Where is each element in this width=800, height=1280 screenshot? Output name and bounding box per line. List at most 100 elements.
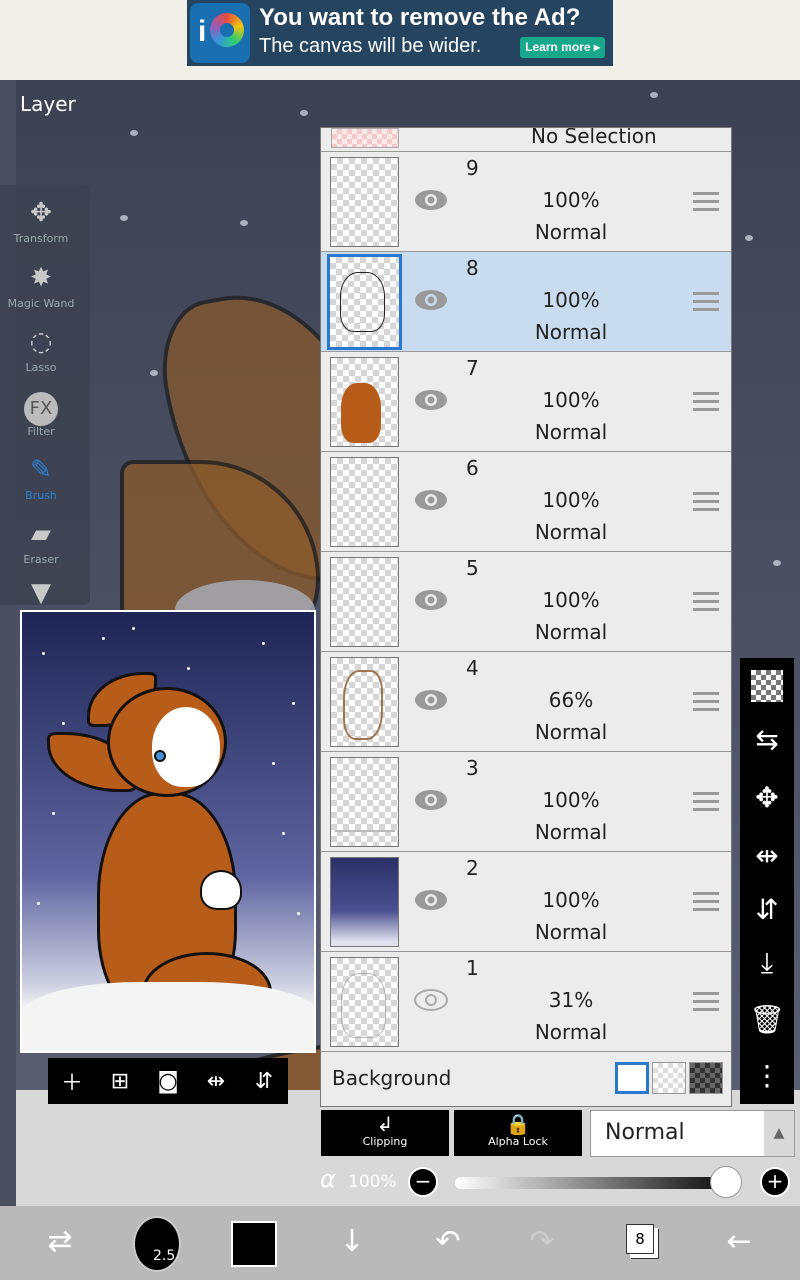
opacity-slider[interactable] [455, 1177, 740, 1189]
ad-subtitle: The canvas will be wider. [259, 35, 482, 57]
drag-handle-icon[interactable] [693, 592, 719, 612]
layer-blend-mode: Normal [534, 820, 608, 844]
preview-cat-eye [154, 750, 166, 762]
eraser-icon: ▰ [31, 519, 51, 549]
drag-handle-icon[interactable] [693, 692, 719, 712]
tool-filter[interactable]: FX Filter [0, 383, 82, 445]
eye-icon[interactable] [413, 988, 449, 1012]
drag-handle-icon[interactable] [693, 392, 719, 412]
eye-icon[interactable] [413, 388, 449, 412]
layer-blend-mode: Normal [534, 520, 608, 544]
alpha-lock-button[interactable]: 🔒 Alpha Lock [454, 1110, 582, 1156]
brush-size-button[interactable]: 2.5 [133, 1216, 181, 1272]
layer-row-8[interactable]: 8 100% Normal [321, 252, 731, 352]
drag-handle-icon[interactable] [693, 292, 719, 312]
new-transparent-layer-icon[interactable] [751, 670, 783, 702]
merge-down-icon[interactable]: ⤓ [747, 943, 787, 983]
preview-snow [22, 982, 314, 1051]
background-white-swatch[interactable] [615, 1062, 649, 1094]
trash-icon[interactable]: 🗑 [747, 1000, 787, 1040]
camera-icon[interactable]: ◙ [148, 1069, 188, 1094]
back-arrow-icon[interactable]: ← [717, 1220, 761, 1264]
layer-number: 2 [466, 856, 479, 880]
snowflake [745, 235, 753, 241]
blend-mode-value: Normal [605, 1120, 685, 1145]
layer-row-3[interactable]: 3 100% Normal [321, 752, 731, 852]
layer-opacity: 100% [542, 388, 600, 412]
drag-handle-icon[interactable] [693, 492, 719, 512]
eye-icon[interactable] [413, 488, 449, 512]
preview-cat-face [152, 707, 220, 787]
tool-eraser[interactable]: ▰ Eraser [0, 511, 82, 573]
layer-row-5[interactable]: 5 100% Normal [321, 552, 731, 652]
flip-layer-vertical-icon[interactable]: ⇵ [747, 890, 787, 930]
background-transparent-swatch[interactable] [652, 1062, 686, 1094]
layer-thumbnail [330, 357, 399, 447]
layer-thumbnail [330, 457, 399, 547]
fx-icon: FX [24, 392, 58, 426]
learn-more-button[interactable]: Learn more ▸ [520, 37, 605, 58]
layer-row-1[interactable]: 1 31% Normal [321, 952, 731, 1052]
undo-icon[interactable]: ↶ [426, 1220, 470, 1264]
swap-layer-icon[interactable]: ⇆ [747, 720, 787, 760]
opacity-increase-button[interactable]: + [760, 1167, 790, 1197]
drag-handle-icon[interactable] [693, 192, 719, 212]
alpha-symbol: α [320, 1165, 336, 1193]
ad-banner[interactable]: i You want to remove the Ad? The canvas … [187, 0, 613, 66]
transform-icon: ✥ [30, 198, 52, 228]
eye-icon[interactable] [413, 588, 449, 612]
snowflake [240, 220, 248, 226]
opacity-decrease-button[interactable]: − [408, 1167, 438, 1197]
opacity-value: 100% [348, 1172, 397, 1192]
clipping-button[interactable]: ↲ Clipping [321, 1110, 449, 1156]
arrow-down-icon[interactable]: ↓ [330, 1220, 374, 1264]
background-dark-swatch[interactable] [689, 1062, 723, 1094]
layer-row-7[interactable]: 7 100% Normal [321, 352, 731, 452]
layer-thumbnail [330, 957, 399, 1047]
tool-transform[interactable]: ✥ Transform [0, 190, 82, 252]
flip-horizontal-icon[interactable]: ⇹ [196, 1069, 236, 1094]
layer-panel-title: Layer [20, 92, 76, 116]
flip-vertical-icon[interactable]: ⇵ [244, 1069, 284, 1094]
tool-lasso[interactable]: ◌ Lasso [0, 319, 82, 381]
layer-actions-toolbar: ⇆ ✥ ⇹ ⇵ ⤓ 🗑 ⋮ [740, 658, 794, 1104]
tool-label: Filter [27, 425, 55, 438]
drag-handle-icon[interactable] [693, 792, 719, 812]
layer-row-2[interactable]: 2 100% Normal [321, 852, 731, 952]
canvas-preview[interactable] [20, 610, 316, 1053]
layer-row-6[interactable]: 6 100% Normal [321, 452, 731, 552]
layers-button[interactable]: 8 [626, 1224, 654, 1254]
snowflake [773, 560, 781, 566]
layer-number: 4 [466, 656, 479, 680]
eye-icon[interactable] [413, 688, 449, 712]
layer-row-9[interactable]: 9 100% Normal [321, 152, 731, 252]
flip-layer-horizontal-icon[interactable]: ⇹ [747, 836, 787, 876]
eye-icon[interactable] [413, 288, 449, 312]
more-options-icon[interactable]: ⋮ [747, 1056, 787, 1096]
tool-switch-icon[interactable]: ⇄ [38, 1220, 82, 1264]
eye-icon[interactable] [413, 788, 449, 812]
layer-blend-mode: Normal [534, 220, 608, 244]
eye-icon[interactable] [413, 888, 449, 912]
tool-magic-wand[interactable]: ✸ Magic Wand [0, 255, 82, 317]
add-layer-icon[interactable]: ＋ [52, 1065, 92, 1097]
color-swatch-button[interactable] [231, 1221, 277, 1267]
layer-number: 5 [466, 556, 479, 580]
no-selection-row[interactable]: No Selection [321, 128, 731, 152]
layer-opacity: 66% [548, 688, 594, 712]
eye-icon[interactable] [413, 188, 449, 212]
layer-row-4[interactable]: 4 66% Normal [321, 652, 731, 752]
layer-blend-mode: Normal [534, 1020, 608, 1044]
tool-smudge[interactable]: ▼ [0, 570, 82, 605]
tool-label: Eraser [23, 553, 59, 566]
layer-number: 8 [466, 256, 479, 280]
add-canvas-icon[interactable]: ⊞ [100, 1069, 140, 1094]
drag-handle-icon[interactable] [693, 992, 719, 1012]
move-icon[interactable]: ✥ [747, 778, 787, 818]
redo-icon[interactable]: ↷ [520, 1220, 564, 1264]
drag-handle-icon[interactable] [693, 892, 719, 912]
blend-mode-select[interactable]: Normal ▲ [590, 1110, 795, 1157]
tool-brush[interactable]: ✎ Brush [0, 447, 82, 509]
layer-thumbnail [330, 157, 399, 247]
opacity-slider-knob[interactable] [709, 1166, 742, 1198]
